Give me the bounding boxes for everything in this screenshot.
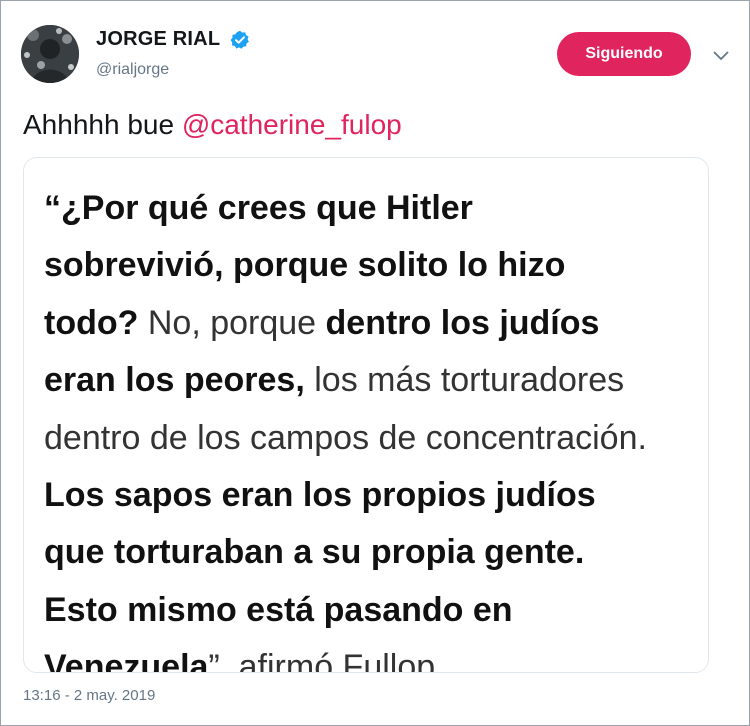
chevron-down-icon xyxy=(713,51,729,60)
tweet-text-prefix: Ahhhhh bue xyxy=(23,109,182,140)
tweet-card: JORGE RIAL @rialjorge Siguiendo Ahhhhh b… xyxy=(0,0,750,726)
more-options-button[interactable] xyxy=(707,44,735,68)
quote-line-segment: “¿Por qué crees que Hitler xyxy=(44,189,473,227)
author-handle[interactable]: @rialjorge xyxy=(96,61,169,79)
tweet-timestamp[interactable]: 13:16 - 2 may. 2019 xyxy=(23,687,155,704)
author-name[interactable]: JORGE RIAL xyxy=(96,28,220,51)
avatar[interactable] xyxy=(21,25,79,83)
quote-line-segment: que torturaban a su propia gente. xyxy=(44,533,585,572)
tweet-text: Ahhhhh bue @catherine_fulop xyxy=(23,109,402,141)
quote-line-segment: dentro de los campos de concentración. xyxy=(44,418,647,457)
quote-line-segment: ”, afirmó Fullop. xyxy=(208,648,445,673)
quote-line-segment: los más torturadores xyxy=(304,361,625,400)
quote-line-segment: Esto mismo está pasando en xyxy=(44,590,513,629)
following-button[interactable]: Siguiendo xyxy=(557,32,691,76)
quote-line-segment: eran los peores, xyxy=(44,361,305,400)
quote-line-segment: todo? xyxy=(44,303,139,342)
quote-image-text: “¿Por qué crees que Hitler sobrevivió, p… xyxy=(44,180,708,673)
verified-badge-icon xyxy=(230,30,249,49)
mention-link[interactable]: @catherine_fulop xyxy=(182,109,402,140)
quote-line-segment: Los sapos eran los propios judíos xyxy=(44,476,596,515)
attached-image[interactable]: “¿Por qué crees que Hitler sobrevivió, p… xyxy=(23,157,709,673)
quote-line-segment: No, porque xyxy=(138,303,326,342)
quote-line-segment: Venezuela xyxy=(44,648,209,673)
quote-line-segment: sobrevivió, porque solito lo hizo xyxy=(44,246,566,285)
quote-line-segment: dentro los judíos xyxy=(325,303,600,342)
